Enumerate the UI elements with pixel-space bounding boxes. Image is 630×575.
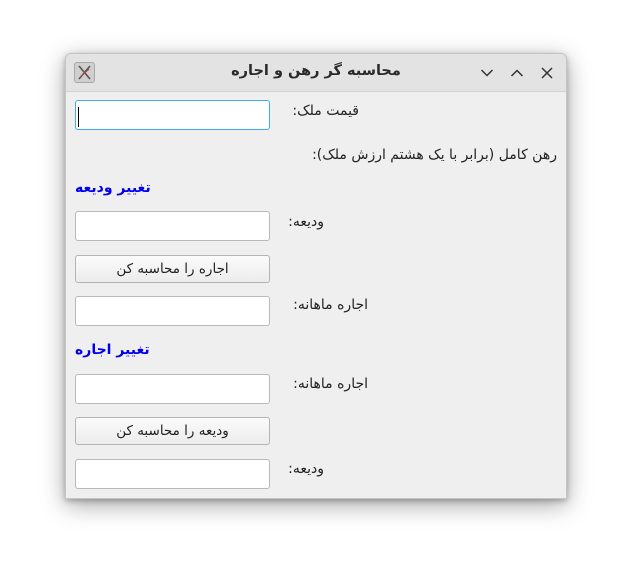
full-mortgage-label: رهن کامل (برابر با یک هشتم ارزش ملک): (312, 147, 557, 163)
change-rent-heading: تغییر اجاره (75, 342, 150, 358)
deposit-input[interactable] (75, 211, 270, 241)
change-deposit-heading: تغییر ودیعه (75, 180, 151, 196)
monthly-rent-input[interactable] (75, 374, 270, 404)
deposit-output[interactable] (75, 459, 270, 489)
chevron-down-icon (480, 69, 494, 77)
title-bar[interactable]: محاسبه گر رهن و اجاره (66, 54, 566, 92)
minimize-button[interactable] (476, 62, 498, 84)
deposit-label-2: ودیعه: (288, 461, 324, 477)
price-input[interactable] (75, 100, 270, 130)
calculate-rent-button[interactable]: اجاره را محاسبه کن (75, 255, 270, 283)
text-caret (78, 107, 79, 127)
calculate-deposit-button[interactable]: ودیعه را محاسبه کن (75, 417, 270, 445)
deposit-label: ودیعه: (288, 214, 324, 230)
monthly-rent-label: اجاره ماهانه: (293, 297, 368, 313)
app-window: محاسبه گر رهن و اجاره قیمت ملک: رهن کامل… (65, 53, 567, 499)
monthly-rent-label-2: اجاره ماهانه: (293, 376, 368, 392)
close-icon (541, 67, 553, 79)
maximize-button[interactable] (506, 62, 528, 84)
close-button[interactable] (536, 62, 558, 84)
price-label: قیمت ملک: (292, 103, 359, 119)
chevron-up-icon (510, 69, 524, 77)
monthly-rent-output[interactable] (75, 296, 270, 326)
